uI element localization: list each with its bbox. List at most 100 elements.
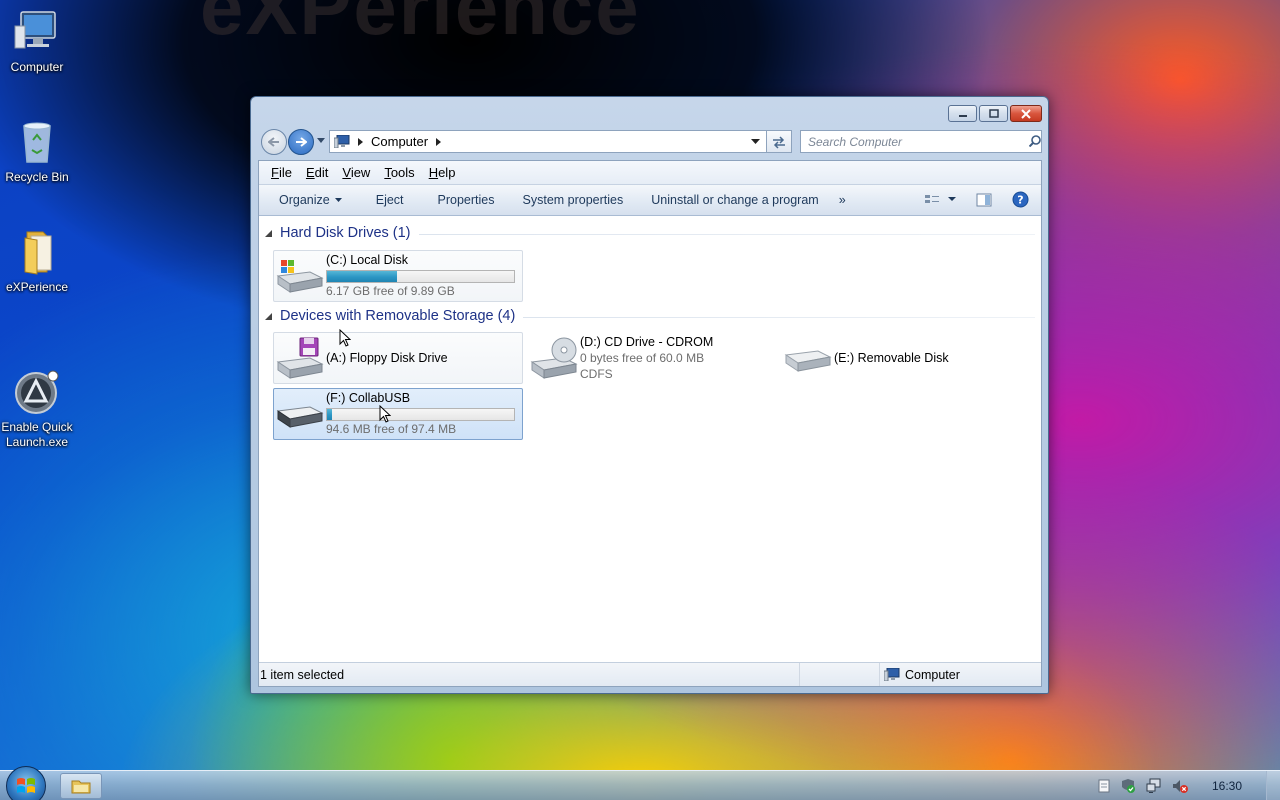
drive-tile-f[interactable]: (F:) CollabUSB 94.6 MB free of 97.4 MB [273,388,523,440]
drive-name: (D:) CD Drive - CDROM [580,335,714,349]
menu-bar: File Edit View Tools Help [259,161,1041,185]
forward-button[interactable] [288,129,314,155]
group-header-removable-storage[interactable]: Devices with Removable Storage (4) [265,308,1035,324]
mouse-cursor-icon [339,329,351,347]
more-commands-button[interactable]: » [837,190,848,210]
view-options-icon [925,194,939,203]
drive-name: (A:) Floppy Disk Drive [326,350,448,365]
wallpaper-watermark: eXPerience [200,0,641,51]
tray-network-button[interactable] [1146,778,1162,794]
uninstall-program-button[interactable]: Uninstall or change a program [649,190,820,210]
status-selection: 1 item selected [259,663,800,686]
tray-notes-button[interactable] [1098,779,1110,793]
taskbar-explorer-button[interactable] [60,773,102,799]
drive-usage-bar [326,270,515,283]
quick-launch-app-icon [13,353,61,414]
group-divider [418,233,1035,235]
change-view-button[interactable] [924,193,956,207]
search-icon[interactable] [1029,135,1041,147]
preview-pane-icon [976,193,992,206]
network-icon [1146,778,1161,793]
svg-text:?: ? [1017,194,1023,207]
back-button[interactable] [261,129,287,155]
start-button[interactable] [6,766,46,800]
breadcrumb-computer[interactable]: Computer [371,134,428,149]
show-desktop-button[interactable] [1266,771,1280,800]
search-input[interactable]: Search Computer [800,130,1042,153]
drive-name: (F:) CollabUSB [326,391,411,405]
recent-pages-dropdown-icon[interactable] [317,138,325,144]
drive-name: (E:) Removable Disk [834,350,949,365]
volume-muted-icon [1172,780,1188,793]
drive-tile-a[interactable]: (A:) Floppy Disk Drive [273,332,523,384]
menu-edit[interactable]: Edit [306,165,328,180]
drive-tile-c[interactable]: (C:) Local Disk 6.17 GB free of 9.89 GB [273,250,523,302]
taskbar-clock[interactable]: 16:30 [1212,779,1242,793]
refresh-button[interactable] [767,130,792,153]
maximize-icon [988,109,999,118]
drive-tile-e[interactable]: (E:) Removable Disk [781,332,1031,384]
address-history-dropdown-icon[interactable] [751,139,760,145]
address-row: Computer Search Computer [259,129,1042,155]
system-tray: 16:30 [1098,771,1280,800]
chevron-down-icon [334,197,342,202]
menu-file[interactable]: File [271,165,292,180]
document-icon [1098,779,1110,793]
breadcrumb-chevron-icon[interactable] [358,137,363,146]
eject-button[interactable]: Eject [374,190,406,210]
close-button[interactable] [1010,105,1042,122]
preview-pane-button[interactable] [976,193,992,207]
desktop-icon-computer[interactable]: Computer [0,8,74,75]
cd-drive-icon [528,333,580,383]
security-center-icon [1121,779,1135,793]
folder-icon [13,228,61,276]
computer-small-icon [334,135,350,148]
explorer-content: File Edit View Tools Help Organize Eject… [258,160,1042,687]
drive-name: (C:) Local Disk [326,253,408,267]
group-header-hard-disk-drives[interactable]: Hard Disk Drives (1) [265,225,1035,241]
organize-label: Organize [279,193,330,207]
drive-usage-fill [327,409,333,420]
folder-icon [71,780,91,794]
close-icon [1021,108,1031,119]
hard-drive-windows-icon [274,251,326,301]
view-controls: ? [912,191,1029,208]
menu-view[interactable]: View [342,165,370,180]
help-icon: ? [1012,191,1029,208]
address-bar[interactable]: Computer [329,130,767,153]
menu-tools[interactable]: Tools [384,165,414,180]
back-arrow-icon [268,137,279,147]
breadcrumb-chevron-icon[interactable] [436,137,442,146]
status-bar: 1 item selected Computer [259,662,1041,686]
collapse-triangle-icon [265,312,272,320]
system-properties-button[interactable]: System properties [521,190,626,210]
maximize-button[interactable] [979,105,1008,122]
properties-button[interactable]: Properties [436,190,497,210]
collapse-triangle-icon [265,229,272,237]
drive-tile-d[interactable]: (D:) CD Drive - CDROM 0 bytes free of 60… [527,332,777,384]
group-divider [523,316,1035,318]
organize-button[interactable]: Organize [277,190,344,210]
help-button[interactable]: ? [1012,191,1029,208]
minimize-icon [958,114,967,117]
tray-volume-button[interactable] [1172,778,1188,794]
mouse-cursor-icon [379,405,391,423]
forward-arrow-icon [296,137,307,147]
desktop-icon-recycle-bin[interactable]: Recycle Bin [0,118,74,185]
tray-security-button[interactable] [1120,778,1136,794]
drive-usage-fill [327,271,398,282]
drive-free-space: 0 bytes free of 60.0 MB [580,351,705,365]
removable-disk-icon [782,333,834,383]
desktop-icon-enable-quick-launch[interactable]: Enable Quick Launch.exe [0,338,74,465]
desktop-icon-label: eXPerience [5,280,69,294]
explorer-window: Computer Search Computer File Edit View … [250,96,1049,694]
desktop-icon-label: Computer [10,60,64,74]
drive-usage-bar [326,408,515,421]
minimize-button[interactable] [948,105,977,122]
refresh-icon [773,135,785,149]
desktop-icon-experience-folder[interactable]: eXPerience [0,228,74,295]
menu-help[interactable]: Help [429,165,456,180]
windows-logo-icon [17,778,35,793]
desktop-icon-label: Enable Quick Launch.exe [1,420,73,449]
group-title: Hard Disk Drives (1) [280,225,411,241]
